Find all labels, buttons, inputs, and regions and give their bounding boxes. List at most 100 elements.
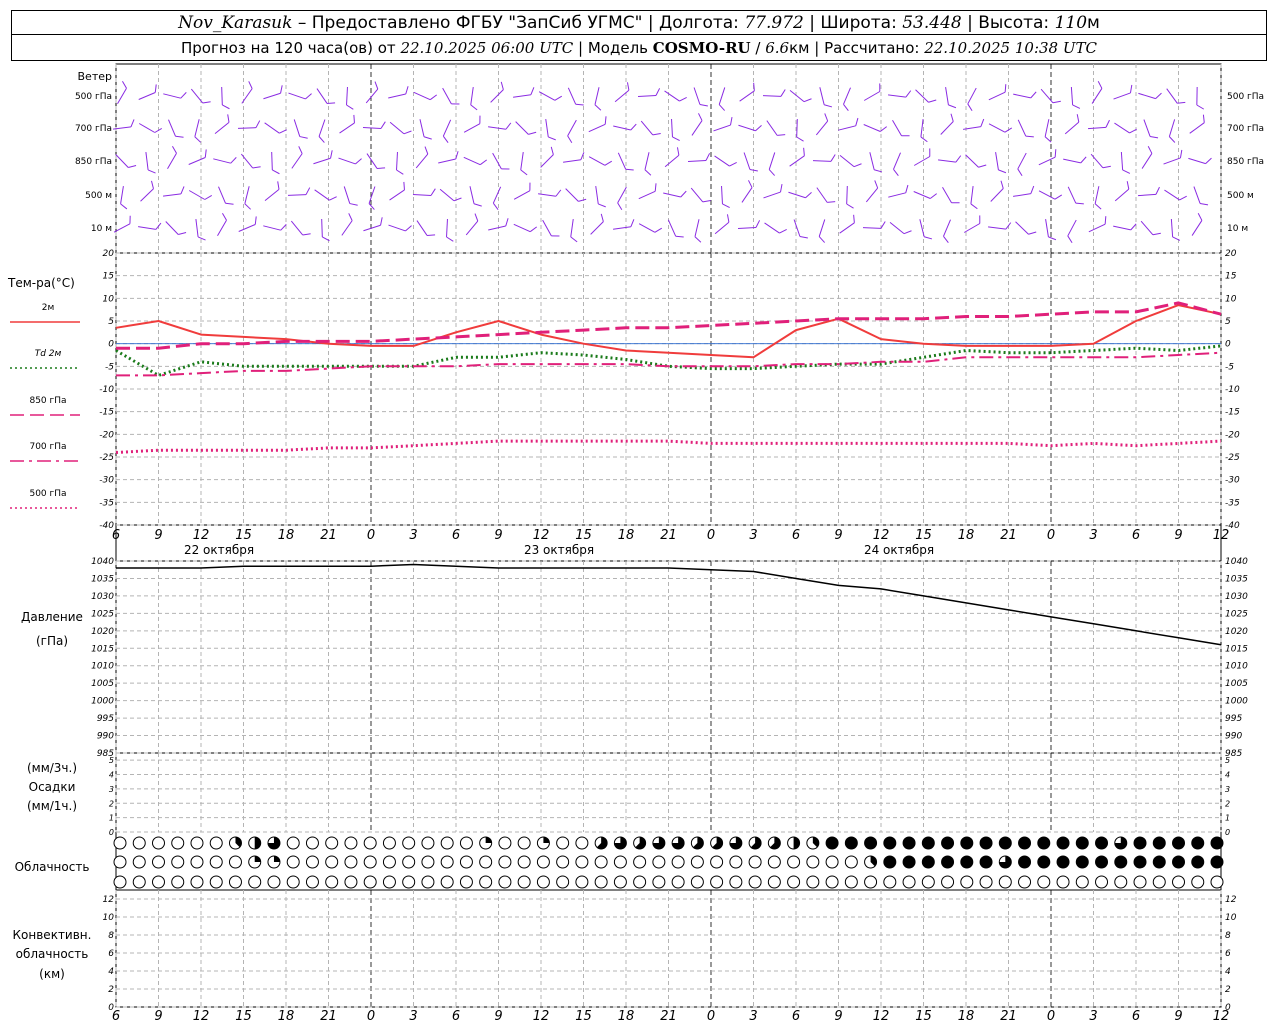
cloud-cover-symbol — [1075, 875, 1089, 889]
x-tick-label: 3 — [409, 528, 417, 543]
wind-barb-flag — [777, 134, 786, 136]
wind-barb-flag — [702, 199, 711, 203]
wind-barb-shaft — [942, 186, 952, 204]
wind-barb-shaft — [389, 121, 405, 135]
cloud-cover-symbol — [151, 855, 165, 869]
pressure-tick-left: 1025 — [91, 609, 114, 619]
wind-barb-flag — [429, 94, 438, 101]
wind-barb-shaft — [693, 87, 701, 105]
cloud-cover-symbol — [1210, 855, 1224, 869]
wind-barb — [1143, 119, 1159, 139]
x-tick-label: 15 — [575, 528, 592, 543]
wind-barb — [1038, 190, 1063, 200]
wind-barb-flag — [796, 136, 804, 142]
wind-barb-shaft — [442, 87, 452, 105]
cloud-cover-symbol — [248, 855, 262, 869]
x-tick-label-bottom: 15 — [575, 1009, 592, 1024]
wind-barb-flag — [652, 132, 661, 136]
cloud-circle — [1095, 875, 1109, 889]
pressure-tick-left: 990 — [97, 732, 114, 742]
wind-barb-shaft — [1137, 193, 1157, 197]
cloud-cover-symbol — [902, 875, 916, 889]
wind-barb — [388, 86, 409, 99]
wind-barb — [538, 189, 562, 197]
cloud-cover-symbol — [806, 836, 820, 850]
cloud-circle — [151, 875, 165, 889]
wind-barb-flag — [353, 114, 355, 124]
pressure-tick-right: 1000 — [1225, 697, 1248, 707]
pressure-axis-unit: (гПа) — [36, 634, 68, 648]
cloud-cover-symbol — [113, 836, 127, 850]
wind-barb — [913, 191, 938, 199]
wind-barb-flag — [824, 104, 833, 108]
x-tick-label: 21 — [660, 528, 677, 543]
wind-barb-flag — [604, 160, 613, 166]
wind-barb-shaft — [1067, 186, 1077, 204]
wind-barb-shaft — [515, 121, 529, 135]
pressure-tick-left: 1035 — [91, 574, 114, 584]
precip-tick-right: 0 — [1225, 828, 1230, 837]
wind-barb-flag — [768, 169, 776, 176]
cloud-cover-symbol — [902, 855, 916, 869]
wind-barb-flag — [998, 169, 1007, 174]
wind-barb-shaft — [613, 125, 631, 131]
wind-barb-flag — [172, 145, 177, 154]
cloud-circle — [363, 875, 377, 889]
wind-barb-shaft — [213, 158, 231, 164]
wind-barb-shaft — [913, 156, 931, 166]
wind-barb — [264, 122, 287, 134]
precip-tick-right: 1 — [1225, 814, 1230, 823]
cloud-cover-symbol — [209, 875, 223, 889]
cloud-fill — [980, 837, 993, 849]
x-tick-label-bottom: 0 — [367, 1009, 375, 1024]
wind-barb-flag — [694, 236, 702, 243]
wind-barb-flag — [222, 104, 230, 110]
wind-barb-shaft — [988, 123, 1006, 133]
wind-barb-shaft — [138, 123, 156, 133]
wind-barb-shaft — [945, 87, 949, 105]
wind-barb-flag — [1126, 181, 1130, 190]
x-tick-label-bottom: 15 — [235, 1009, 252, 1024]
cloud-circle — [325, 875, 339, 889]
cloud-cover-symbol — [575, 875, 589, 889]
cloud-cover-symbol — [633, 836, 647, 850]
wind-barb-flag — [1130, 223, 1137, 231]
cloud-circle — [171, 836, 185, 850]
x-tick-label: 12 — [1213, 528, 1230, 543]
wind-barb-flag — [874, 180, 879, 189]
wind-barb-shaft — [691, 120, 703, 136]
wind-barb — [113, 215, 131, 233]
pressure-tick-right: 1035 — [1225, 574, 1248, 584]
wind-barb — [567, 119, 577, 144]
wind-level-label-left: 700 гПа — [75, 124, 112, 134]
wind-barb — [341, 213, 353, 236]
cloud-cover-symbol — [787, 836, 801, 850]
wind-barb-flag — [855, 117, 859, 126]
wind-barb — [167, 145, 177, 170]
wind-barb — [721, 185, 730, 209]
cloud-circle — [325, 836, 339, 850]
wind-barb-shaft — [1191, 220, 1203, 236]
cloud-cover-symbol — [806, 875, 820, 889]
wind-barb-shaft — [362, 127, 382, 129]
cloud-circle — [575, 836, 589, 850]
legend-label: 2м — [42, 303, 55, 313]
cloud-cover-symbol — [305, 855, 319, 869]
cloud-cover-symbol — [864, 836, 878, 850]
legend-label: 500 гПа — [29, 489, 66, 499]
pressure-tick-left: 1000 — [91, 697, 114, 707]
wind-barb — [545, 119, 556, 141]
wind-barb — [614, 82, 630, 103]
wind-barb-shaft — [1017, 119, 1027, 137]
wind-barb — [241, 81, 253, 104]
wind-barb-shaft — [687, 160, 707, 162]
cloud-circle — [440, 836, 454, 850]
cloud-fill — [883, 837, 896, 849]
wind-barb-shaft — [1013, 193, 1031, 197]
cloud-circle — [767, 855, 781, 869]
cloud-cover-symbol — [1172, 875, 1186, 889]
wind-barb — [194, 119, 201, 143]
wind-barb — [513, 87, 535, 98]
cloud-circle — [209, 836, 223, 850]
cloud-cover-symbol — [286, 855, 300, 869]
